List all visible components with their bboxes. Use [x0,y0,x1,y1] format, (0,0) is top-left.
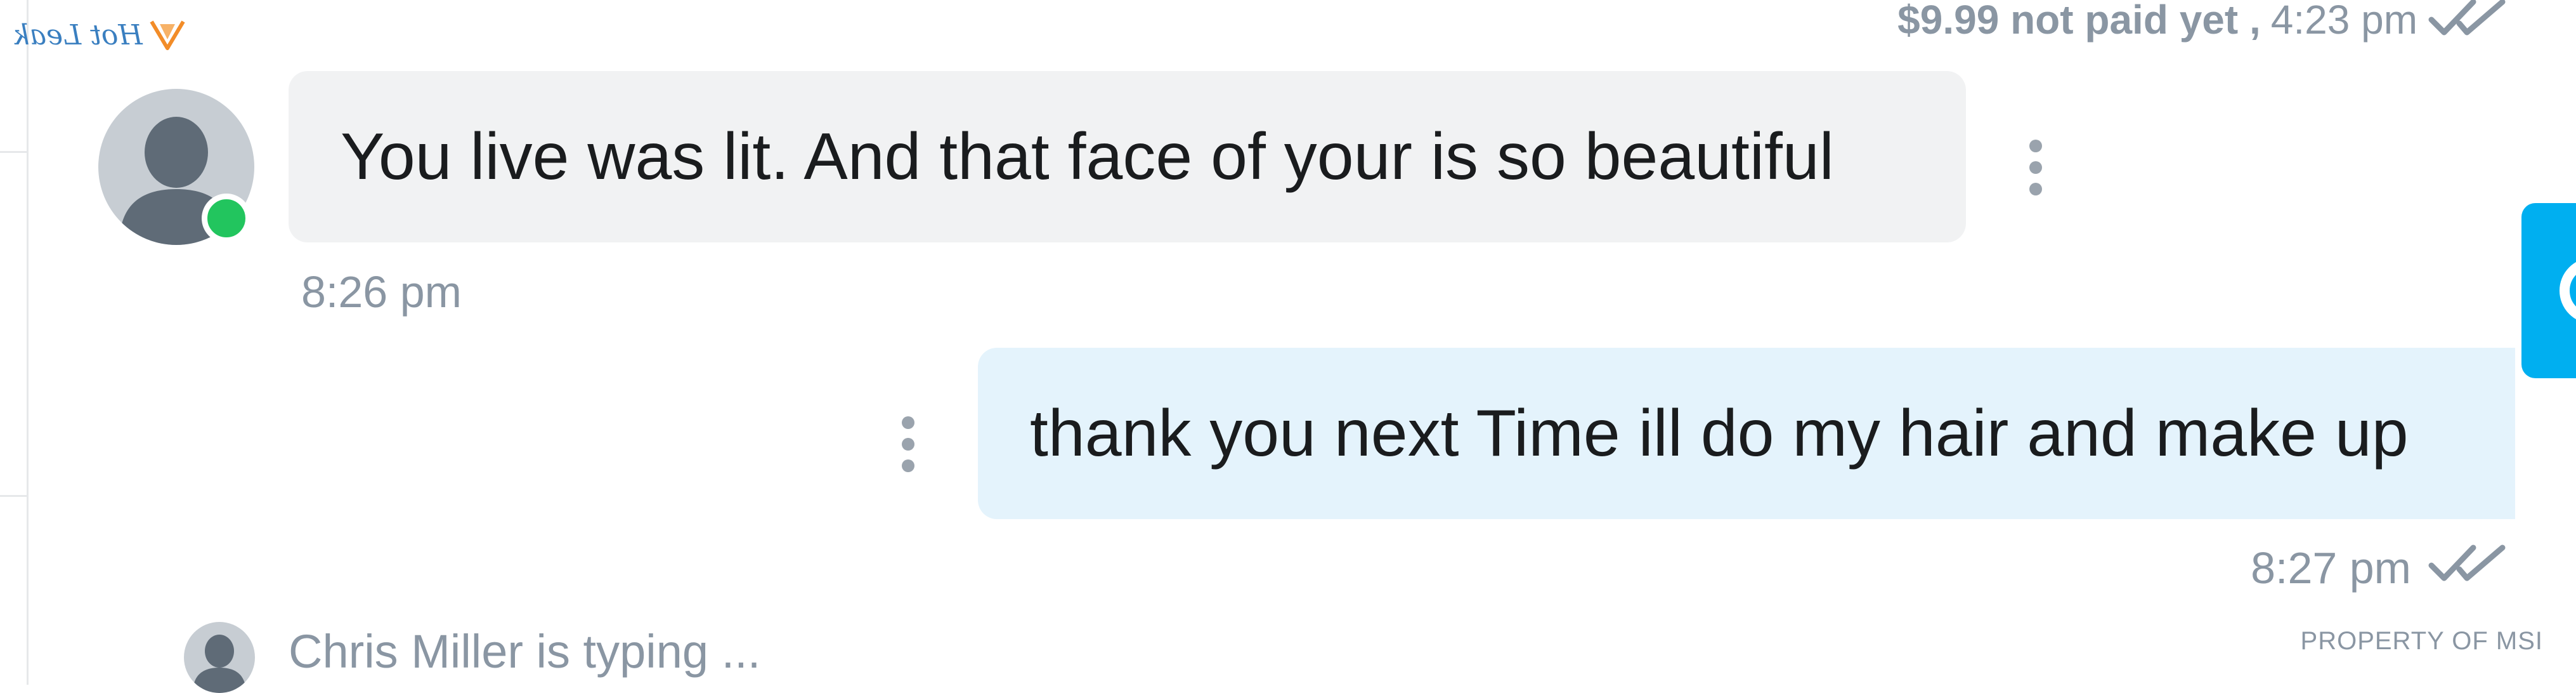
logo: Hot Leak [13,13,186,57]
outgoing-message-status: 8:27 pm [2251,543,2508,593]
message-text: thank you next Time ill do my hair and m… [1030,396,2409,470]
logo-text: Hot Leak [13,18,143,51]
double-check-icon [2428,0,2508,43]
flame-logo-icon [149,15,186,55]
typing-indicator: Chris Miller is typing ... [289,625,761,678]
message-text: You live was lit. And that face of your … [341,119,1834,194]
message-time: 8:27 pm [2251,543,2411,593]
online-status-dot [202,194,251,243]
payment-status: $9.99 not paid yet , [1897,0,2261,43]
user-silhouette-icon [193,635,246,693]
chat-bubble-icon [2560,258,2576,324]
message-time: 8:26 pm [301,267,462,317]
watermark: PROPERTY OF MSI [2300,627,2543,655]
left-divider-tick [0,495,27,497]
double-check-icon [2428,543,2508,593]
left-divider [27,0,29,685]
message-time: 4:23 pm [2270,0,2417,43]
message-options-icon[interactable] [895,416,921,472]
side-action-button[interactable] [2521,203,2576,378]
outgoing-message-bubble: thank you next Time ill do my hair and m… [978,348,2515,519]
incoming-message-bubble: You live was lit. And that face of your … [289,71,1966,242]
typing-user-avatar [184,622,255,693]
previous-message-status: $9.99 not paid yet , 4:23 pm [1897,0,2508,43]
message-options-icon[interactable] [2023,140,2048,195]
left-divider-tick [0,151,27,153]
